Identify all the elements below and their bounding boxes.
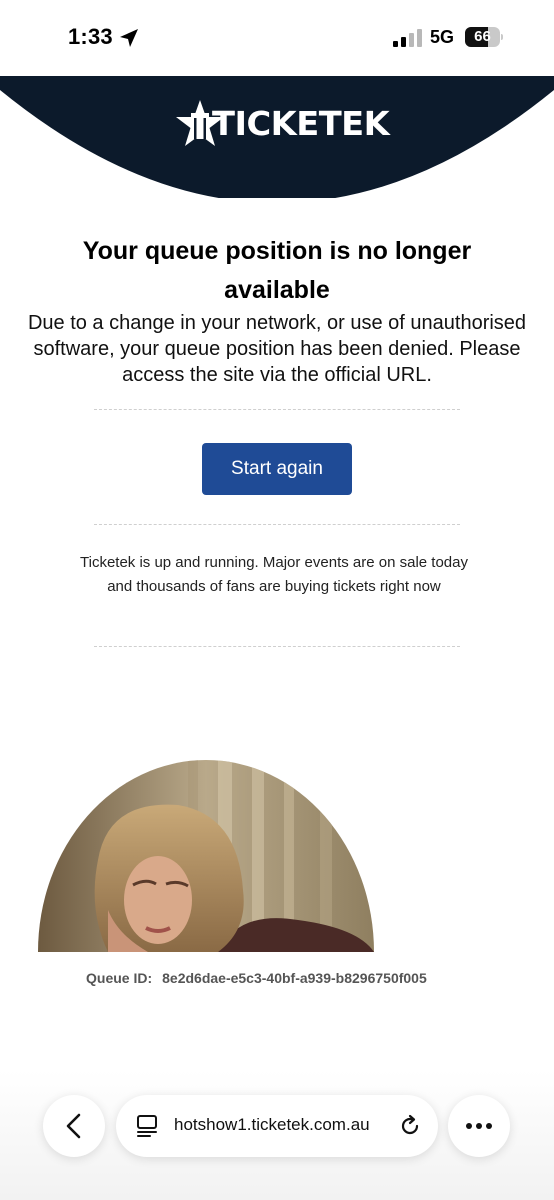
address-bar[interactable]: hotshow1.ticketek.com.au: [116, 1095, 438, 1157]
divider-bottom: [94, 646, 460, 647]
url-text[interactable]: hotshow1.ticketek.com.au: [174, 1115, 384, 1135]
status-message: Ticketek is up and running. Major events…: [80, 554, 468, 595]
page-menu-icon[interactable]: [136, 1114, 158, 1138]
start-again-button[interactable]: Start again: [202, 443, 352, 495]
status-time: 1:33: [68, 24, 113, 49]
battery-level: 66: [474, 28, 491, 45]
artist-image: [38, 760, 374, 952]
brand-name: TICKETEK: [212, 104, 390, 143]
ticketek-logo[interactable]: TICKETEK: [174, 98, 390, 154]
signal-bar-4: [417, 29, 422, 47]
status-bar: 1:33 5G 66: [0, 0, 554, 76]
chevron-left-icon: [66, 1113, 81, 1139]
back-button[interactable]: [43, 1095, 105, 1157]
signal-bar-1: [393, 41, 398, 47]
battery-icon: 66: [465, 27, 503, 47]
cellular-signal-icon: [393, 29, 422, 47]
more-button[interactable]: [448, 1095, 510, 1157]
queue-id: Queue ID: 8e2d6dae-e5c3-40bf-a939-b829675…: [86, 970, 427, 986]
divider-middle: [94, 524, 460, 525]
location-arrow-icon: [120, 29, 138, 47]
more-icon: [466, 1123, 492, 1129]
signal-bar-3: [409, 33, 414, 47]
network-type: 5G: [430, 27, 455, 47]
queue-id-label: Queue ID:: [86, 970, 153, 986]
page-title: Your queue position is no longer availab…: [82, 237, 472, 304]
queue-id-value: 8e2d6dae-e5c3-40bf-a939-b8296750f005: [162, 970, 427, 986]
reload-icon[interactable]: [398, 1114, 422, 1138]
error-message: Due to a change in your network, or use …: [27, 312, 527, 386]
signal-bar-2: [401, 37, 406, 47]
divider-top: [94, 409, 460, 410]
